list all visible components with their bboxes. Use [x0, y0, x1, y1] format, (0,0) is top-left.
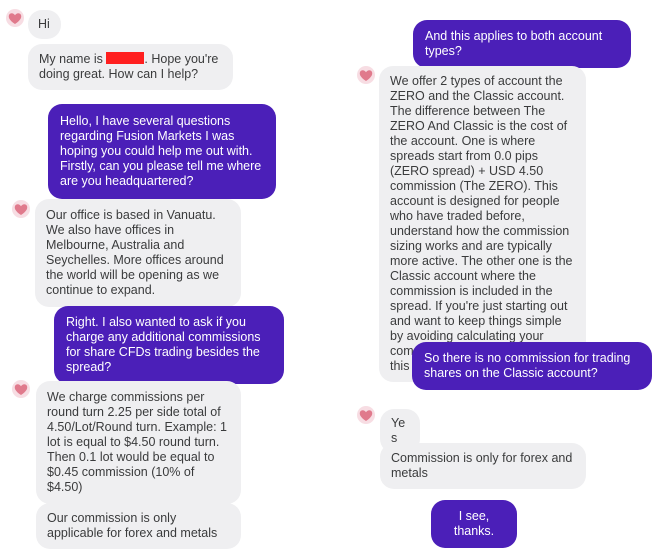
- message-user-commission-question: Right. I also wanted to ask if you charg…: [54, 306, 284, 384]
- message-text: So there is no commission for trading sh…: [424, 351, 631, 380]
- agent-avatar-heart-icon: [12, 200, 30, 218]
- message-text: Right. I also wanted to ask if you charg…: [66, 315, 261, 374]
- message-user-classic-commission-question: So there is no commission for trading sh…: [412, 342, 652, 390]
- agent-avatar-heart-icon: [6, 9, 24, 27]
- message-agent-greeting: Hi: [28, 10, 61, 39]
- message-text: Commission is only for forex and metals: [391, 451, 573, 480]
- message-text: I see, thanks.: [453, 509, 495, 538]
- message-text: Hi: [38, 17, 50, 31]
- agent-avatar-heart-icon: [357, 406, 375, 424]
- message-user-thanks: I see, thanks.: [431, 500, 517, 548]
- message-text: And this applies to both account types?: [425, 29, 603, 58]
- message-agent-office-location: Our office is based in Vanuatu. We also …: [35, 199, 241, 307]
- message-text: Yes: [391, 416, 406, 445]
- message-text: Our office is based in Vanuatu. We also …: [46, 208, 224, 297]
- agent-avatar-heart-icon: [357, 66, 375, 84]
- message-user-headquarters-question: Hello, I have several questions regardin…: [48, 104, 276, 199]
- message-text: Hello, I have several questions regardin…: [60, 114, 262, 188]
- redacted-name: [106, 52, 145, 64]
- agent-avatar-heart-icon: [12, 380, 30, 398]
- message-agent-account-types: We offer 2 types of account the ZERO and…: [379, 66, 586, 382]
- message-text: We offer 2 types of account the ZERO and…: [390, 74, 573, 373]
- message-agent-intro: My name is . Hope you're doing great. Ho…: [28, 44, 233, 90]
- message-text-prefix: My name is: [39, 52, 103, 66]
- message-user-account-types-question: And this applies to both account types?: [413, 20, 631, 68]
- message-text: We charge commissions per round turn 2.2…: [47, 390, 227, 494]
- message-agent-commission-forex-metals: Commission is only for forex and metals: [380, 443, 586, 489]
- message-agent-commission-rates: We charge commissions per round turn 2.2…: [36, 381, 241, 504]
- message-text: Our commission is only applicable for fo…: [47, 511, 218, 540]
- message-agent-commission-scope: Our commission is only applicable for fo…: [36, 503, 241, 549]
